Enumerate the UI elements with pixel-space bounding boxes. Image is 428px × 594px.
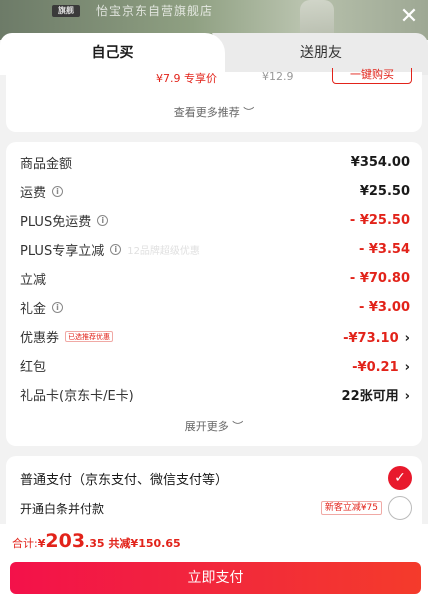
plus-discount-note: 12品牌超级优惠 <box>127 246 200 257</box>
recommend-card: ¥7.9 专享价 ¥12.9 一键购买 查看更多推荐 ︶ <box>6 68 422 132</box>
row-gift-card[interactable]: 礼品卡(京东卡/E卡) 22张可用 › <box>20 380 410 409</box>
baitiao-label: 开通白条并付款 <box>20 501 105 516</box>
shipping-value: ¥25.50 <box>359 184 410 199</box>
row-plus-free-shipping: PLUS免运费 i - ¥25.50 <box>20 213 410 230</box>
row-instant-discount: 立减 - ¥70.80 <box>20 271 410 288</box>
payment-option-normal[interactable]: 普通支付（京东支付、微信支付等） ✓ <box>20 466 412 490</box>
plus-discount-value: - ¥3.54 <box>358 242 410 257</box>
recommend-original-price: ¥12.9 <box>262 70 294 83</box>
gift-card-value: 22张可用 <box>341 389 399 404</box>
goods-amount-value: ¥354.00 <box>350 155 410 170</box>
info-icon[interactable]: i <box>97 215 109 226</box>
store-name: 怡宝京东自营旗舰店 <box>96 4 214 18</box>
coupon-value: -¥73.10 <box>343 331 399 346</box>
row-plus-discount: PLUS专享立减 i 12品牌超级优惠 - ¥3.54 <box>20 242 410 259</box>
info-icon[interactable]: i <box>52 186 64 197</box>
row-goods-amount: 商品金额 ¥354.00 <box>20 155 410 172</box>
radio-unchecked[interactable] <box>388 496 412 520</box>
row-shipping: 运费 i ¥25.50 <box>20 184 410 201</box>
new-user-discount-badge: 新客立减¥75 <box>320 501 382 515</box>
info-icon[interactable]: i <box>52 302 64 313</box>
payment-option-baitiao[interactable]: 开通白条并付款 新客立减¥75 <box>20 496 412 520</box>
instant-discount-value: - ¥70.80 <box>349 271 410 286</box>
pay-now-button[interactable]: 立即支付 <box>10 562 421 594</box>
normal-payment-label: 普通支付（京东支付、微信支付等） <box>20 472 229 488</box>
row-gift-money: 礼金 i - ¥3.00 <box>20 300 410 317</box>
checkout-bar: 合计: ¥ 203 .35 共减¥150.65 立即支付 <box>0 524 428 594</box>
row-coupon[interactable]: 优惠券 已选推荐优惠 -¥73.10 › <box>20 322 410 351</box>
total-amount: 合计: ¥ 203 .35 共减¥150.65 <box>12 530 181 552</box>
red-packet-value: -¥0.21 <box>352 360 399 375</box>
price-detail-card: 商品金额 ¥354.00 运费 i ¥25.50 PLUS免运费 i - ¥25.5… <box>6 142 422 446</box>
one-click-buy-button[interactable]: 一键购买 <box>332 68 412 84</box>
chevron-right-icon: › <box>404 331 410 346</box>
more-recommend-link[interactable]: 查看更多推荐 ︶ <box>6 104 422 120</box>
info-icon[interactable]: i <box>110 244 122 255</box>
close-icon[interactable]: ✕ <box>398 6 420 28</box>
recommend-item: ¥7.9 专享价 ¥12.9 一键购买 <box>6 68 422 88</box>
plus-free-shipping-value: - ¥25.50 <box>349 213 410 228</box>
checked-icon[interactable]: ✓ <box>388 466 412 490</box>
total-saved: 共减¥150.65 <box>108 537 181 550</box>
gift-money-value: - ¥3.00 <box>358 300 410 315</box>
recommend-price: ¥7.9 专享价 <box>156 72 217 85</box>
coupon-selected-badge: 已选推荐优惠 <box>65 331 114 342</box>
row-red-packet[interactable]: 红包 -¥0.21 › <box>20 351 410 380</box>
store-tag: 旗舰 <box>52 5 80 17</box>
expand-more-link[interactable]: 展开更多 ︶ <box>6 418 422 434</box>
chevron-right-icon: › <box>404 389 410 404</box>
chevron-right-icon: › <box>404 360 410 375</box>
